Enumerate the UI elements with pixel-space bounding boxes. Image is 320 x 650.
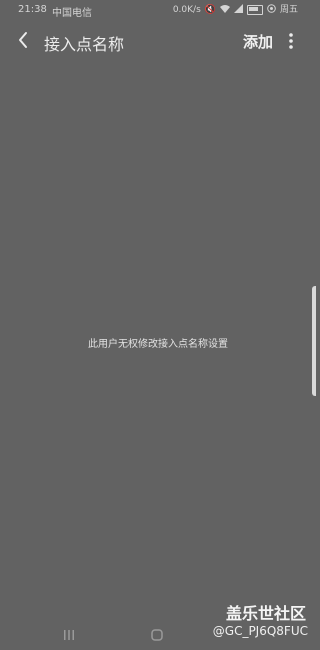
more-icon[interactable]	[283, 29, 299, 53]
permission-message: 此用户无权修改接入点名称设置	[88, 339, 228, 350]
status-day: 周五	[279, 5, 298, 15]
back-icon[interactable]	[12, 28, 36, 52]
status-bar: 21:38 中国电信 0.0K/s 🔇 周五	[0, 0, 316, 20]
home-icon[interactable]	[150, 628, 164, 642]
status-carrier: 中国电信	[52, 8, 92, 19]
add-button[interactable]: 添加	[243, 31, 273, 52]
app-bar: 接入点名称 添加	[0, 22, 316, 60]
recent-apps-icon[interactable]	[62, 628, 76, 642]
page-title: 接入点名称	[44, 35, 125, 54]
status-icons: 0.0K/s 🔇 周五	[173, 4, 298, 16]
network-speed: 0.0K/s	[172, 5, 201, 15]
mute-icon: 🔇	[204, 5, 216, 15]
battery-icon	[246, 5, 263, 15]
status-time: 21:38	[18, 4, 47, 15]
wifi-icon	[219, 4, 230, 16]
screen: 21:38 中国电信 0.0K/s 🔇 周五 接入点名称 添加 此用户无权修改接…	[0, 0, 316, 650]
edge-panel-handle[interactable]	[312, 286, 316, 396]
location-icon	[267, 4, 276, 16]
nav-bar	[0, 620, 316, 650]
signal-icon	[233, 4, 243, 16]
